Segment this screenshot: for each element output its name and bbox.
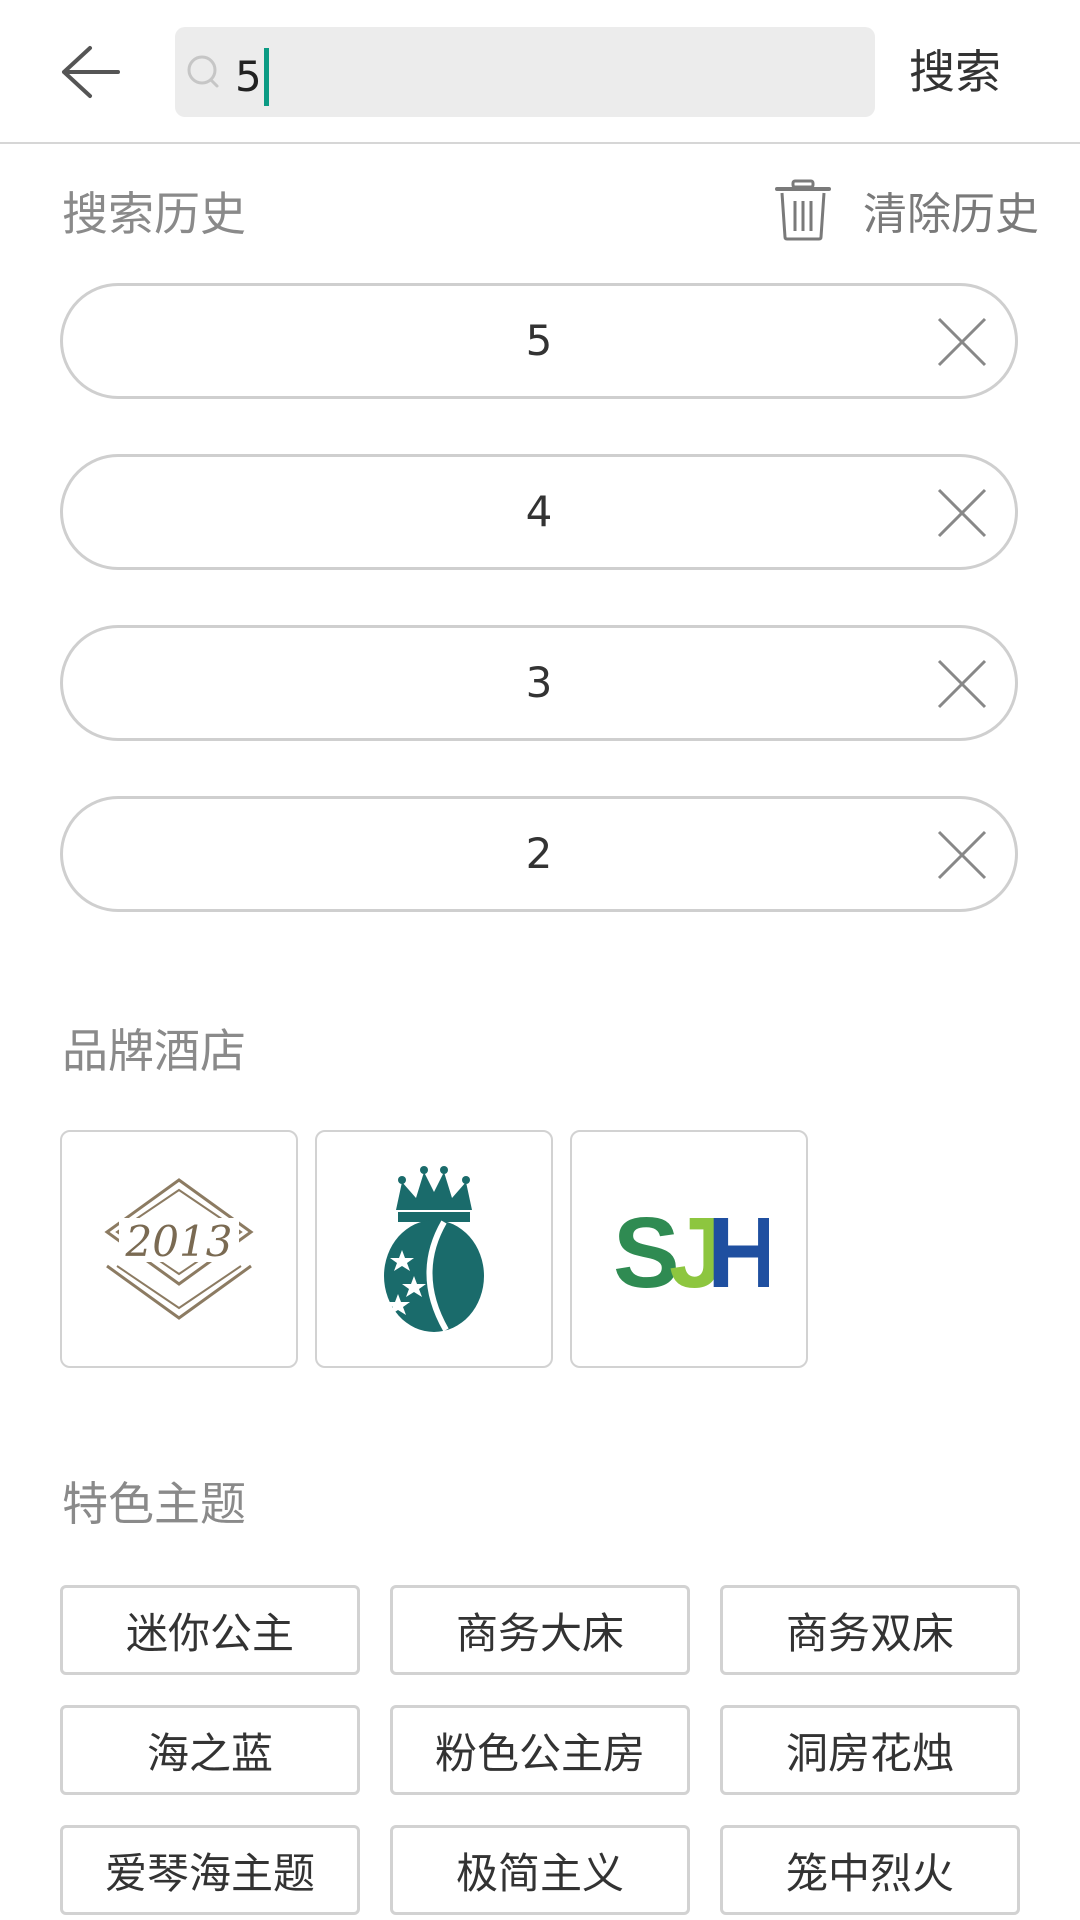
- brand-card[interactable]: 2013: [60, 1130, 298, 1368]
- close-icon[interactable]: [931, 482, 993, 544]
- history-list: 5 4 3 2: [60, 283, 1020, 967]
- sjh-logo: S J H: [613, 1199, 769, 1299]
- theme-grid: 迷你公主 商务大床 商务双床 海之蓝 粉色公主房 洞房花烛 爱琴海主题 极简主义…: [60, 1585, 1020, 1915]
- history-item[interactable]: 3: [60, 625, 1018, 741]
- history-item-text: 2: [525, 829, 553, 878]
- history-item[interactable]: 5: [60, 283, 1018, 399]
- theme-chip[interactable]: 洞房花烛: [720, 1705, 1020, 1795]
- history-title: 搜索历史: [62, 187, 246, 241]
- search-button[interactable]: 搜索: [880, 36, 1030, 108]
- close-icon[interactable]: [931, 653, 993, 715]
- close-icon[interactable]: [931, 311, 993, 373]
- history-item-text: 4: [525, 487, 553, 536]
- search-header: 5 搜索: [0, 0, 1080, 144]
- svg-text:H: H: [707, 1199, 769, 1299]
- text-caret: [263, 48, 269, 106]
- search-input[interactable]: 5: [235, 48, 269, 106]
- theme-chip[interactable]: 爱琴海主题: [60, 1825, 360, 1915]
- history-item-text: 5: [525, 316, 553, 365]
- clear-history-button[interactable]: 清除历史: [775, 175, 1039, 245]
- back-button[interactable]: [50, 36, 130, 108]
- theme-chip[interactable]: 笼中烈火: [720, 1825, 1020, 1915]
- theme-chip[interactable]: 商务双床: [720, 1585, 1020, 1675]
- search-icon: [187, 55, 219, 88]
- history-item-text: 3: [525, 658, 553, 707]
- search-page: 5 搜索 搜索历史 清除历史 5 4 3 2 品牌酒店 2013 S J H 特…: [0, 0, 1080, 1920]
- search-input-text: 5: [235, 52, 262, 101]
- svg-text:2013: 2013: [125, 1217, 233, 1266]
- trash-icon: [775, 179, 831, 241]
- theme-chip[interactable]: 商务大床: [390, 1585, 690, 1675]
- history-item[interactable]: 4: [60, 454, 1018, 570]
- theme-chip[interactable]: 粉色公主房: [390, 1705, 690, 1795]
- clear-history-label: 清除历史: [863, 189, 1039, 240]
- close-icon[interactable]: [931, 824, 993, 886]
- themes-title: 特色主题: [62, 1477, 246, 1531]
- brand-list: 2013 S J H: [60, 1130, 825, 1368]
- history-item[interactable]: 2: [60, 796, 1018, 912]
- 2013-emblem-logo: 2013: [104, 1178, 254, 1320]
- brand-card[interactable]: [315, 1130, 553, 1368]
- theme-chip[interactable]: 海之蓝: [60, 1705, 360, 1795]
- crown-shield-logo: [384, 1166, 484, 1332]
- brands-title: 品牌酒店: [62, 1024, 246, 1078]
- theme-chip[interactable]: 迷你公主: [60, 1585, 360, 1675]
- back-arrow-icon: [62, 46, 120, 98]
- theme-chip[interactable]: 极简主义: [390, 1825, 690, 1915]
- search-field[interactable]: 5: [175, 27, 875, 117]
- brand-card[interactable]: S J H: [570, 1130, 808, 1368]
